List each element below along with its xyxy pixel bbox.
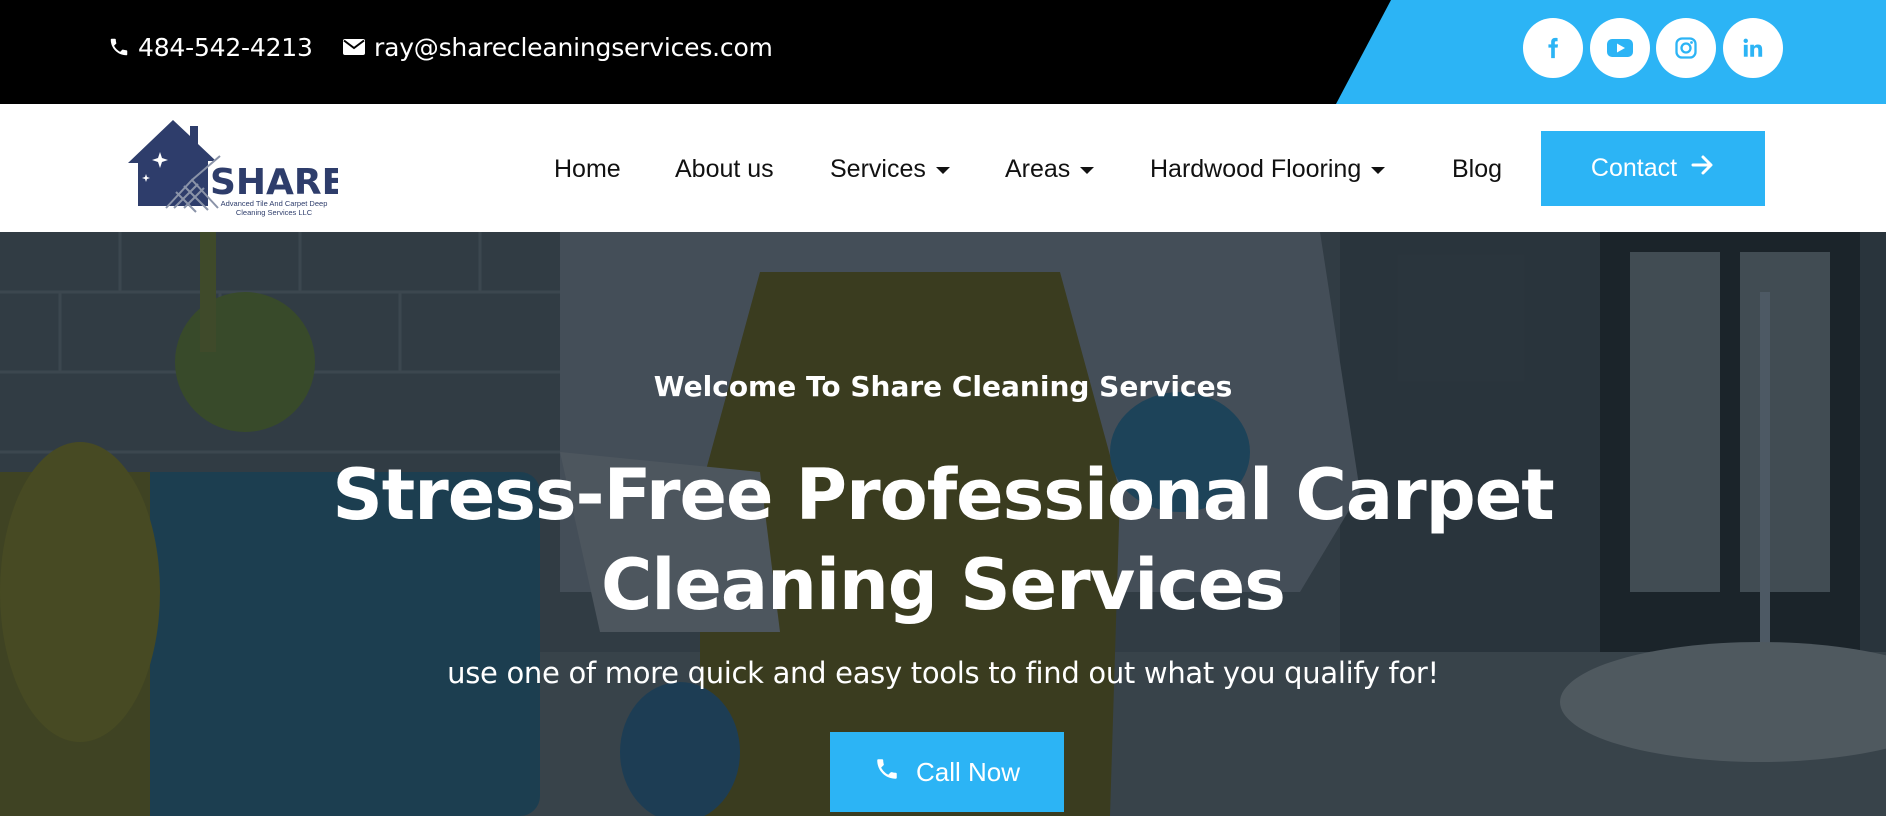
linkedin-icon[interactable]: [1723, 18, 1783, 78]
phone-icon: [874, 756, 900, 789]
hero-section: Welcome To Share Cleaning Services Stres…: [0, 232, 1886, 816]
hero-headline-line-1: Stress-Free Professional Carpet: [332, 454, 1554, 536]
phone-number: 484-542-4213: [138, 32, 313, 62]
contact-button[interactable]: Contact: [1541, 131, 1765, 206]
caret-down-icon: [1080, 166, 1095, 174]
main-navbar: SHARE Advanced Tile And Carpet Deep Clea…: [0, 104, 1886, 232]
hero-welcome-text: Welcome To Share Cleaning Services: [653, 370, 1233, 403]
logo-brand: SHARE: [210, 162, 338, 203]
hero-headline: Stress-Free Professional Carpet Cleaning…: [293, 450, 1593, 630]
nav-blog-label: Blog: [1452, 154, 1503, 183]
contact-button-label: Contact: [1590, 154, 1678, 182]
phone-icon: [108, 36, 130, 58]
instagram-icon[interactable]: [1656, 18, 1716, 78]
nav-about[interactable]: About us: [675, 152, 774, 186]
caret-down-icon: [935, 166, 950, 174]
nav-about-label: About us: [675, 154, 774, 183]
nav-services-label: Services: [830, 154, 926, 183]
arrow-right-icon: [1691, 154, 1715, 183]
nav-blog[interactable]: Blog: [1452, 152, 1502, 186]
email-link[interactable]: ray@sharecleaningservices.com: [342, 30, 773, 64]
nav-hardwood-label: Hardwood Flooring: [1150, 154, 1362, 183]
nav-home-label: Home: [554, 154, 621, 183]
caret-down-icon: [1371, 166, 1386, 174]
youtube-icon[interactable]: [1590, 18, 1650, 78]
call-now-label: Call Now: [915, 756, 1021, 787]
nav-hardwood-flooring[interactable]: Hardwood Flooring: [1150, 152, 1386, 186]
hero-subtitle: use one of more quick and easy tools to …: [447, 656, 1439, 690]
nav-areas-label: Areas: [1005, 154, 1071, 183]
phone-link[interactable]: 484-542-4213: [108, 30, 313, 64]
envelope-icon: [342, 37, 366, 57]
top-bar: 484-542-4213 ray@sharecleaningservices.c…: [0, 0, 1886, 104]
logo-tagline-2: Cleaning Services LLC: [236, 208, 313, 217]
call-now-button[interactable]: Call Now: [830, 732, 1064, 812]
nav-services[interactable]: Services: [830, 152, 950, 186]
facebook-icon[interactable]: [1523, 18, 1583, 78]
hero-headline-line-2: Cleaning Services: [601, 544, 1286, 626]
nav-areas[interactable]: Areas: [1005, 152, 1095, 186]
email-address: ray@sharecleaningservices.com: [374, 32, 773, 62]
site-logo[interactable]: SHARE Advanced Tile And Carpet Deep Clea…: [128, 116, 346, 220]
logo-tagline-1: Advanced Tile And Carpet Deep: [221, 199, 328, 208]
nav-home[interactable]: Home: [554, 152, 621, 186]
